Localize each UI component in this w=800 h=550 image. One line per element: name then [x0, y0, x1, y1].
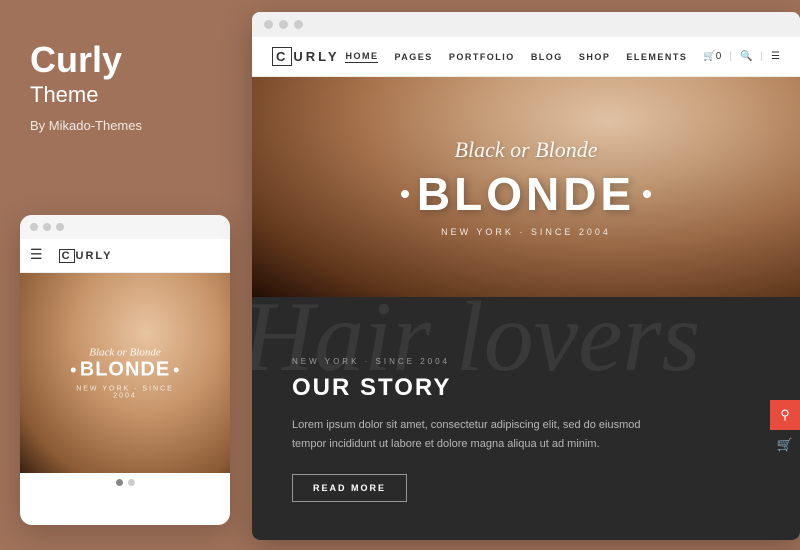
- mobile-logo: CURLY: [59, 249, 113, 263]
- mobile-logo-text: URLY: [76, 250, 113, 262]
- mobile-page-dot-1: [116, 479, 123, 486]
- logo-c-box: C: [272, 47, 292, 66]
- nav-item-shop[interactable]: SHOP: [579, 52, 611, 62]
- desktop-dot-2: [279, 20, 288, 29]
- desktop-dot-1: [264, 20, 273, 29]
- desktop-nav-icons: 🛒0 | 🔍 | ☰: [703, 51, 780, 62]
- mobile-logo-c: C: [59, 249, 75, 263]
- mobile-dot-1: [30, 223, 38, 231]
- story-title: OUR STORY: [292, 374, 760, 402]
- brand-name: Curly Theme: [30, 40, 218, 108]
- desktop-hero: Black or Blonde BLONDE NEW YORK · SINCE …: [252, 77, 800, 297]
- nav-item-blog[interactable]: BLOG: [531, 52, 563, 62]
- nav-item-pages[interactable]: PAGES: [394, 52, 432, 62]
- menu-icon[interactable]: ☰: [771, 51, 780, 62]
- hero-dot-left: [401, 190, 409, 198]
- hero-script-text: Black or Blonde: [252, 137, 800, 163]
- nav-item-elements[interactable]: ELEMENTS: [626, 52, 687, 62]
- mobile-dot-right: [174, 368, 179, 373]
- hero-dot-right: [643, 190, 651, 198]
- search-icon[interactable]: 🔍: [740, 51, 752, 62]
- mobile-dot-left: [71, 368, 76, 373]
- desktop-story-section: Hair lovers NEW YORK · SINCE 2004 OUR ST…: [252, 297, 800, 540]
- mobile-navbar: ☰ CURLY: [20, 239, 230, 273]
- story-body: Lorem ipsum dolor sit amet, consectetur …: [292, 416, 652, 453]
- desktop-hero-content: Black or Blonde BLONDE NEW YORK · SINCE …: [252, 137, 800, 237]
- story-since: NEW YORK · SINCE 2004: [292, 357, 760, 366]
- desktop-logo: CURLY: [272, 47, 340, 66]
- mobile-hero-text: Black or Blonde BLONDE NEW YORK · SINCE …: [71, 347, 179, 400]
- hero-since-text: NEW YORK · SINCE 2004: [252, 227, 800, 237]
- nav-item-home[interactable]: HOME: [345, 51, 378, 63]
- left-panel: Curly Theme By Mikado-Themes ☰ CURLY Bla…: [0, 0, 248, 550]
- hero-blonde-row: BLONDE: [252, 167, 800, 221]
- mobile-pagination: [20, 473, 230, 492]
- mobile-page-dot-2: [128, 479, 135, 486]
- hamburger-icon[interactable]: ☰: [30, 247, 43, 264]
- cart-icon[interactable]: 🛒0: [703, 51, 721, 62]
- hero-blonde-text: BLONDE: [417, 167, 635, 221]
- desktop-navbar: CURLY HOME PAGES PORTFOLIO BLOG SHOP ELE…: [252, 37, 800, 77]
- nav-item-portfolio[interactable]: PORTFOLIO: [449, 52, 515, 62]
- mobile-topbar: [20, 215, 230, 239]
- mobile-dot-3: [56, 223, 64, 231]
- mobile-dot-2: [43, 223, 51, 231]
- mobile-mockup: ☰ CURLY Black or Blonde BLONDE NEW YORK …: [20, 215, 230, 525]
- mobile-blonde-row: BLONDE: [71, 359, 179, 382]
- desktop-topbar: [252, 12, 800, 37]
- mobile-since-text: NEW YORK · SINCE 2004: [71, 386, 179, 400]
- read-more-button[interactable]: READ MORE: [292, 474, 407, 502]
- brand-by: By Mikado-Themes: [30, 118, 218, 133]
- mobile-blonde-text: BLONDE: [80, 359, 170, 382]
- desktop-mockup: CURLY HOME PAGES PORTFOLIO BLOG SHOP ELE…: [252, 12, 800, 540]
- desktop-nav-links: HOME PAGES PORTFOLIO BLOG SHOP ELEMENTS: [345, 51, 687, 63]
- mobile-hero: Black or Blonde BLONDE NEW YORK · SINCE …: [20, 273, 230, 473]
- mobile-script-text: Black or Blonde: [71, 347, 179, 359]
- desktop-dot-3: [294, 20, 303, 29]
- story-content: NEW YORK · SINCE 2004 OUR STORY Lorem ip…: [252, 297, 800, 540]
